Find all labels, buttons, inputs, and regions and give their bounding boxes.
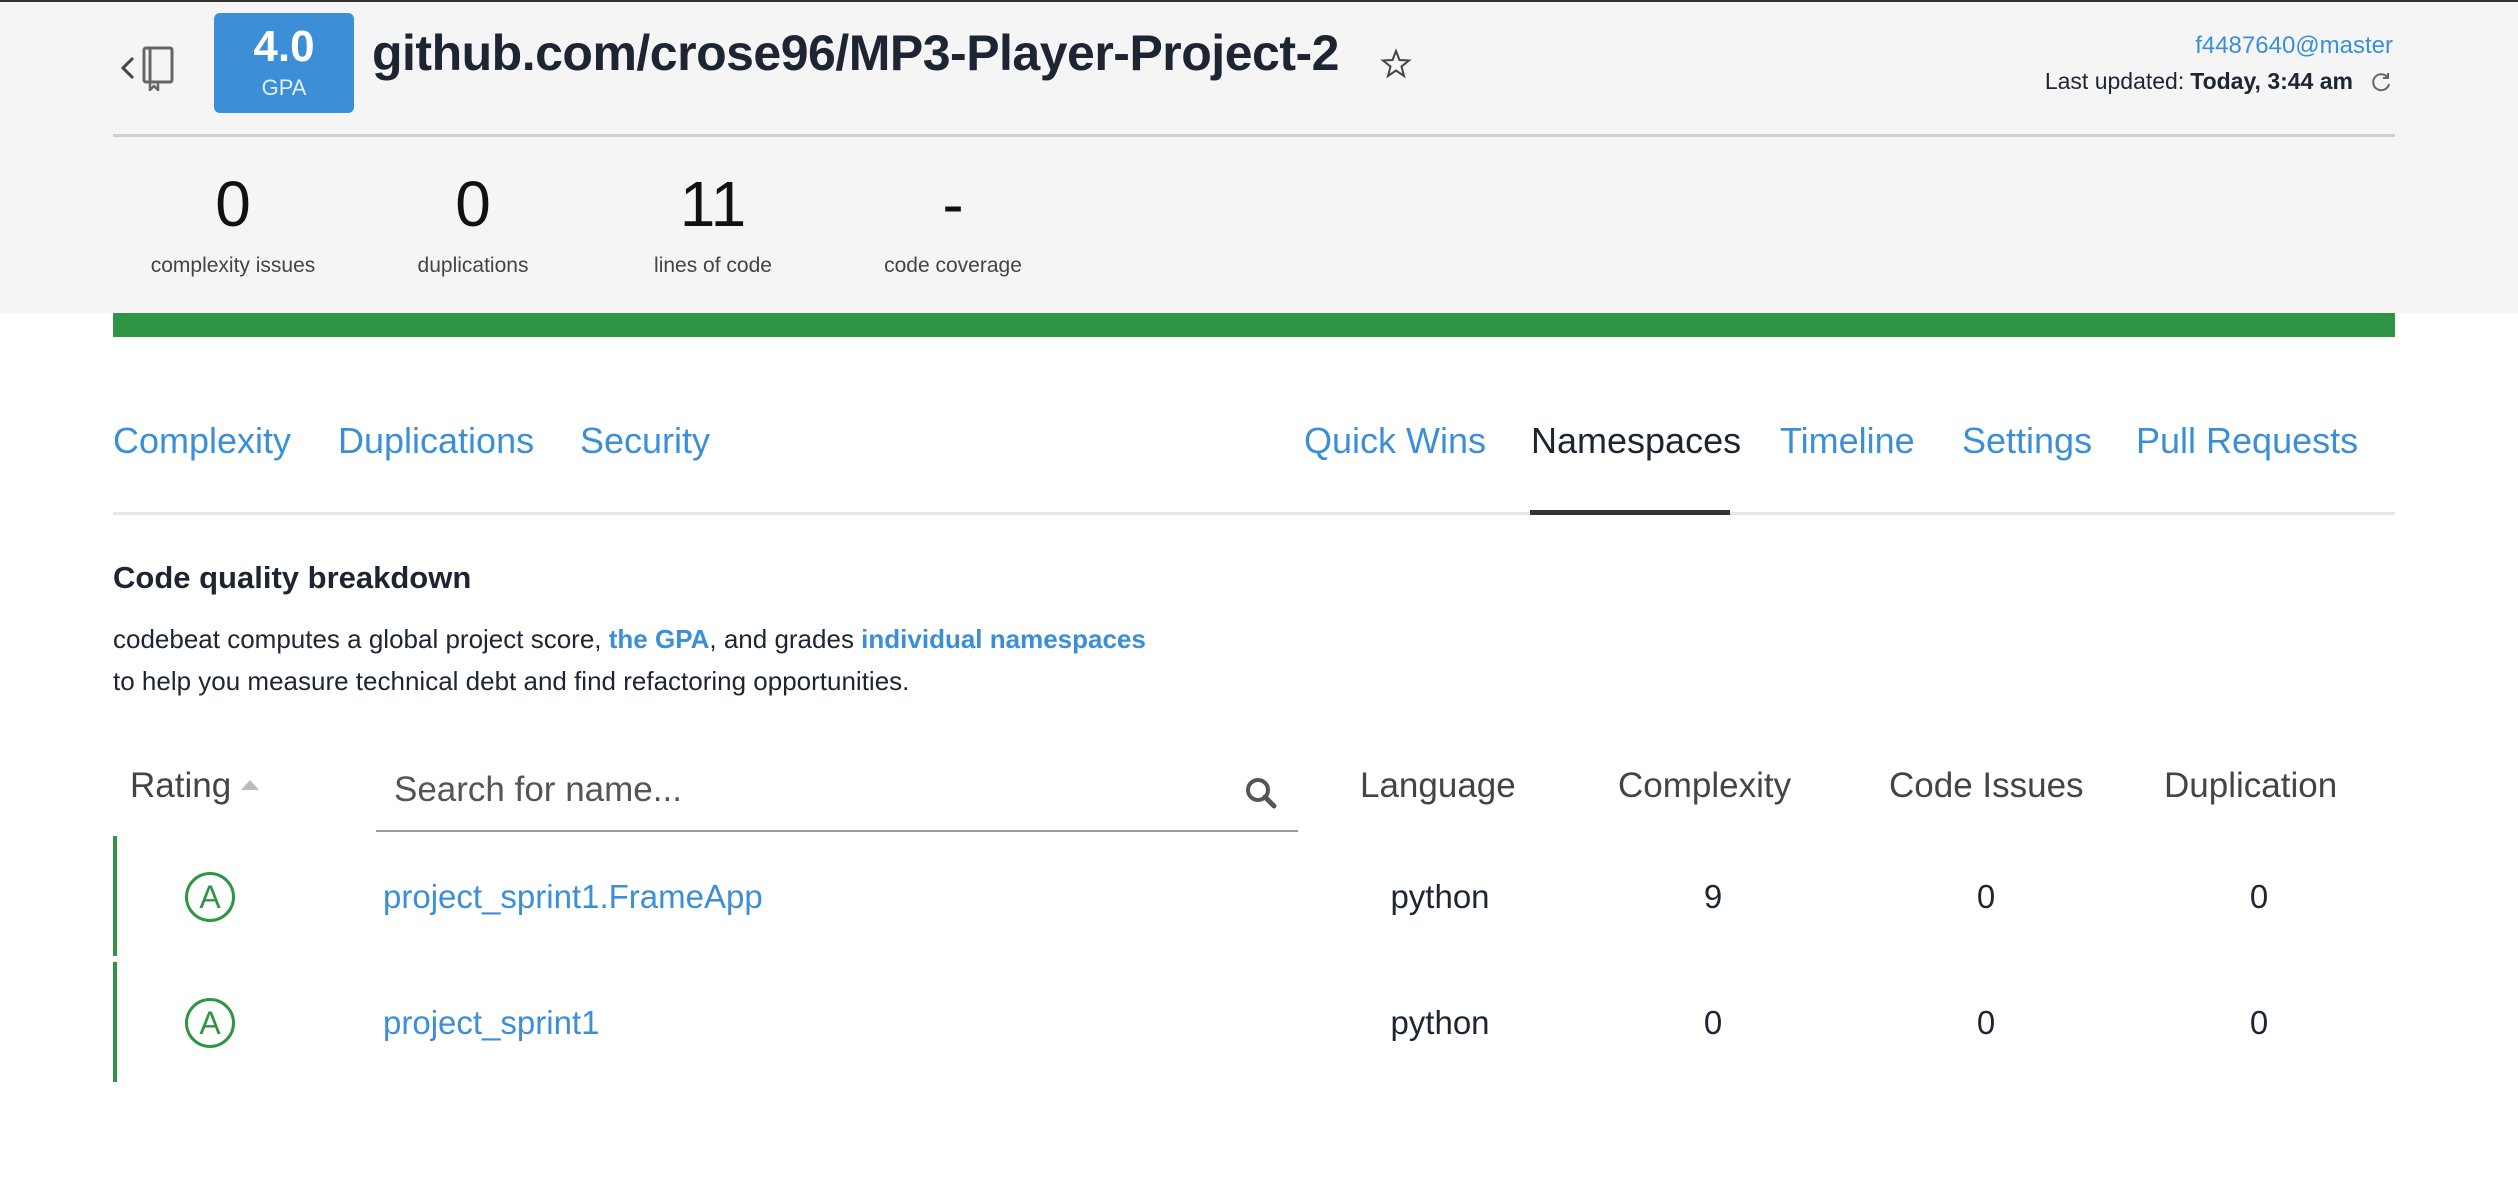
refresh-icon[interactable] <box>2369 70 2393 94</box>
last-updated: Last updated: Today, 3:44 am <box>2045 68 2393 95</box>
rating-header[interactable]: Rating <box>130 766 260 806</box>
last-updated-value: Today, 3:44 am <box>2190 68 2353 94</box>
header-divider <box>113 134 2395 137</box>
duplication-cell: 0 <box>2249 1004 2269 1041</box>
tab-security[interactable]: Security <box>580 420 710 462</box>
desc-text-2: , and grades <box>709 624 862 654</box>
code-issues-header: Code Issues <box>1889 766 2084 805</box>
desc-text-1: codebeat computes a global project score… <box>113 624 609 654</box>
grade-badge: A <box>185 998 235 1048</box>
grade-badge: A <box>185 872 235 922</box>
stat-duplications: 0 duplications <box>353 172 593 278</box>
gpa-label: GPA <box>261 75 307 100</box>
section-title: Code quality breakdown <box>113 560 472 595</box>
stat-value: - <box>942 168 964 240</box>
sort-asc-icon[interactable] <box>241 779 260 790</box>
table-row: A project_sprint1.FrameApp python 9 0 0 <box>113 836 2395 956</box>
stat-label: lines of code <box>654 254 772 277</box>
stat-label: duplications <box>417 254 529 277</box>
repo-title: github.com/crose96/MP3-Player-Project-2 <box>372 25 1339 81</box>
namespace-link[interactable]: project_sprint1 <box>383 1004 599 1042</box>
code-issues-cell: 0 <box>1976 1004 1996 1041</box>
duplication-header: Duplication <box>2164 766 2338 805</box>
gpa-link[interactable]: the GPA <box>609 624 710 654</box>
stat-label: code coverage <box>884 254 1022 277</box>
section-description: codebeat computes a global project score… <box>113 618 1413 702</box>
commit-link[interactable]: f4487640@master <box>2195 32 2393 60</box>
project-header: 4.0 GPA github.com/crose96/MP3-Player-Pr… <box>0 2 2518 313</box>
gpa-value: 4.0 <box>253 22 315 71</box>
back-button[interactable] <box>118 44 198 92</box>
namespace-search <box>376 752 1298 832</box>
language-cell: python <box>1390 878 1490 915</box>
language-header: Language <box>1360 766 1516 805</box>
last-updated-label: Last updated: <box>2044 68 2185 94</box>
stat-value: 0 <box>215 168 251 240</box>
tab-timeline[interactable]: Timeline <box>1780 420 1915 462</box>
active-tab-indicator <box>1530 510 1730 515</box>
stat-value: 0 <box>455 168 491 240</box>
tab-duplications[interactable]: Duplications <box>338 420 534 462</box>
complexity-cell: 9 <box>1703 878 1723 915</box>
tab-complexity[interactable]: Complexity <box>113 420 291 462</box>
rating-header-label: Rating <box>130 766 232 805</box>
tab-pull-requests[interactable]: Pull Requests <box>2136 420 2358 462</box>
stat-lines-of-code: 11 lines of code <box>593 172 833 278</box>
gpa-progress-bar <box>113 313 2395 337</box>
stat-value: 11 <box>679 168 747 240</box>
tabs-divider <box>113 512 2395 515</box>
tab-namespaces[interactable]: Namespaces <box>1531 420 1741 462</box>
stat-code-coverage: - code coverage <box>833 172 1073 278</box>
search-icon[interactable] <box>1244 776 1278 810</box>
namespaces-link[interactable]: individual namespaces <box>861 624 1146 654</box>
desc-text-3: to help you measure technical debt and f… <box>113 666 910 696</box>
complexity-header: Complexity <box>1618 766 1792 805</box>
search-input[interactable] <box>394 758 1194 822</box>
namespace-link[interactable]: project_sprint1.FrameApp <box>383 878 763 916</box>
tab-quick-wins[interactable]: Quick Wins <box>1304 420 1486 462</box>
star-icon[interactable] <box>1380 48 1412 80</box>
repo-book-icon <box>138 45 178 91</box>
complexity-cell: 0 <box>1703 1004 1723 1041</box>
stat-label: complexity issues <box>150 254 316 277</box>
stat-complexity-issues: 0 complexity issues <box>113 172 353 278</box>
tab-settings[interactable]: Settings <box>1962 420 2092 462</box>
code-issues-cell: 0 <box>1976 878 1996 915</box>
gpa-badge: 4.0 GPA <box>214 13 354 113</box>
table-row: A project_sprint1 python 0 0 0 <box>113 962 2395 1082</box>
back-chevron-icon <box>118 53 138 83</box>
language-cell: python <box>1390 1004 1490 1041</box>
duplication-cell: 0 <box>2249 878 2269 915</box>
tab-bar: Complexity Duplications Security Quick W… <box>113 400 2395 516</box>
